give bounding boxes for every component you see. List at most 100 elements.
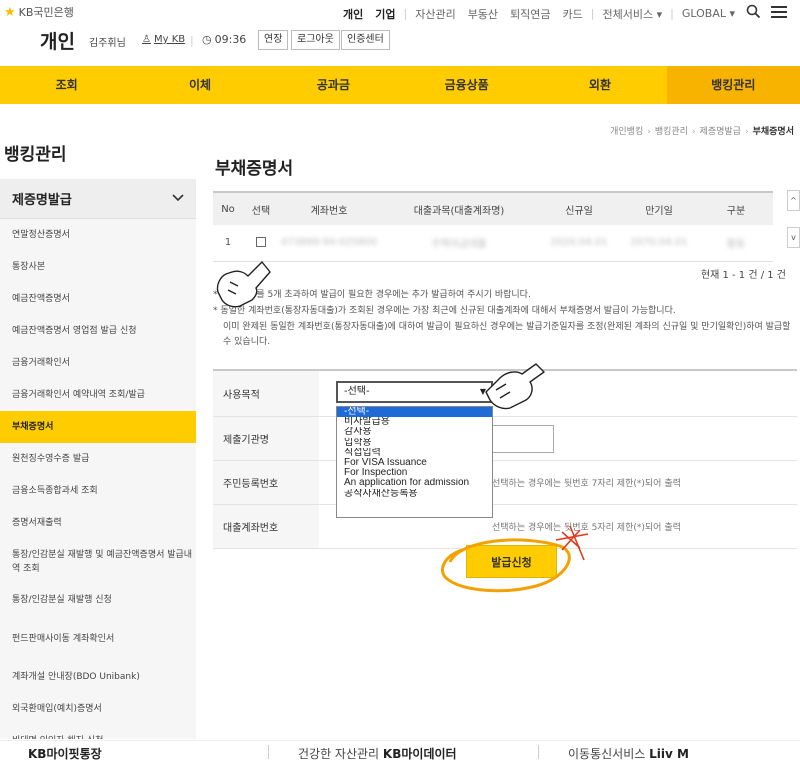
main-nav-banking-mgmt[interactable]: 뱅킹관리: [666, 66, 800, 104]
top-nav-realestate[interactable]: 부동산: [462, 6, 504, 22]
sidebar-item[interactable]: 연말정산증명서: [0, 219, 196, 251]
submit-to-input[interactable]: [492, 425, 554, 453]
dropdown-option[interactable]: 감사용: [337, 427, 492, 437]
dropdown-option[interactable]: 입학용: [337, 438, 492, 448]
main-nav-transfer[interactable]: 이체: [133, 66, 266, 104]
divider: [268, 745, 269, 759]
promo-mydata[interactable]: 건강한 자산관리 KB마이데이터: [298, 745, 457, 762]
chevron-down-icon: [172, 191, 184, 206]
sidebar-item[interactable]: 펀드판매사이동 계좌확인서: [0, 616, 196, 661]
sidebar-item[interactable]: 통장/인감분실 재발행 및 예금잔액증명서 발급내역 조회: [0, 539, 196, 584]
dropdown-option[interactable]: 공작자재산등록용: [337, 489, 492, 499]
sidebar-item[interactable]: 금융거래확인서 예약내역 조회/발급: [0, 379, 196, 411]
dropdown-option[interactable]: For VISA Issuance: [337, 458, 492, 468]
page-title: 부채증명서: [215, 159, 294, 179]
promo-liivm[interactable]: 이동통신서비스 Liiv M: [568, 745, 689, 762]
divider: |: [590, 7, 595, 20]
chevron-right-icon: ›: [647, 127, 651, 137]
submit-to-label: 제출기관명: [213, 417, 319, 460]
loan-label: 대출계좌번호: [213, 505, 319, 548]
row-checkbox[interactable]: [256, 237, 266, 248]
breadcrumb: 개인뱅킹 › 뱅킹관리 › 제증명발급 › 부채증명서: [610, 124, 794, 137]
extend-button[interactable]: 연장: [258, 30, 289, 50]
purpose-label: 사용목적: [213, 371, 319, 416]
notice-text: 이미 완제된 동일한 계좌번호(통장자동대출)에 대하여 발급이 필요하신 경우…: [223, 322, 791, 347]
notice-text: 대출 계좌를 5개 초과하여 발급이 필요한 경우에는 추가 발급하여 주시기 …: [220, 290, 531, 300]
scroll-up-button[interactable]: ^: [787, 190, 800, 211]
top-nav-business[interactable]: 기업: [369, 6, 401, 22]
column-header: 대출과목(대출계좌명): [379, 191, 539, 225]
top-nav-card[interactable]: 카드: [557, 6, 589, 22]
chevron-right-icon: ›: [691, 127, 696, 137]
cell-select: [243, 225, 279, 262]
my-kb-link[interactable]: ♙ My KB: [142, 34, 185, 45]
sidebar-item[interactable]: 통장사본: [0, 251, 196, 283]
kb-logo[interactable]: ★ KB국민은행: [4, 4, 74, 20]
promo-dim: 건강한 자산관리: [298, 747, 383, 761]
column-header: 계좌번호: [279, 191, 379, 225]
top-nav-global[interactable]: GLOBAL ▾: [676, 7, 741, 20]
dropdown-option[interactable]: For Inspection: [337, 468, 492, 478]
sidebar-section-header[interactable]: 제증명발급: [0, 179, 196, 219]
menu-icon[interactable]: [766, 5, 792, 23]
dropdown-option[interactable]: 직접입력: [337, 448, 492, 458]
search-icon[interactable]: [741, 4, 766, 23]
sidebar-item-debt-certificate[interactable]: 부채증명서: [0, 411, 196, 443]
sidebar-item[interactable]: 비대면 인인자 해지 신청: [0, 725, 196, 739]
dropdown-option[interactable]: -선택-: [337, 407, 492, 418]
main-nav-forex[interactable]: 외환: [533, 66, 666, 104]
resident-help-text: 선택하는 경우에는 뒷번호 7자리 제한(*)되어 출력: [492, 479, 681, 489]
column-header: 신규일: [539, 191, 619, 225]
dropdown-option[interactable]: An application for admission: [337, 478, 492, 488]
top-nav-pension[interactable]: 퇴직연금: [504, 6, 556, 22]
sidebar-item[interactable]: 증명서재출력: [0, 507, 196, 539]
issue-form: 사용목적 -선택- ▼ 제출기관명 주민등록번호 선택하는 경우에는 뒷번호 7…: [213, 369, 797, 549]
purpose-dropdown-list: -선택- 비자발급용 감사용 입학용 직접입력 For VISA Issuanc…: [336, 406, 493, 518]
top-nav-personal[interactable]: 개인: [337, 6, 369, 22]
sidebar-item[interactable]: 원천징수영수증 발급: [0, 443, 196, 475]
main-nav-products[interactable]: 금융상품: [400, 66, 533, 104]
logout-button[interactable]: 로그아웃: [291, 30, 340, 50]
divider: |: [403, 7, 408, 20]
cell-maturity-date: 2070.04.01: [619, 225, 699, 262]
notice-item: 이미 완제된 동일한 계좌번호(통장자동대출)에 대하여 발급이 필요하신 경우…: [213, 320, 795, 350]
top-nav: 개인 기업 | 자산관리 부동산 퇴직연금 카드 | 전체서비스 ▾ | GLO…: [337, 4, 792, 23]
sidebar-item[interactable]: 예금잔액증명서 영업점 발급 신청: [0, 315, 196, 347]
purpose-select[interactable]: -선택- ▼: [336, 381, 493, 403]
divider: [538, 745, 539, 759]
page-label: 개인: [40, 31, 75, 53]
top-nav-asset[interactable]: 자산관리: [409, 6, 461, 22]
top-nav-all-services[interactable]: 전체서비스 ▾: [597, 6, 669, 22]
table-row: 1 473899-94-025800 주택자금대출 2020.04.01 207…: [213, 225, 773, 262]
form-row-submit-to: 제출기관명: [213, 417, 797, 461]
promo-strong: Liiv M: [649, 747, 689, 761]
notice-text: 동일한 계좌번호(통장자동대출)가 조회된 경우에는 가장 최근에 신규된 대출…: [220, 306, 676, 316]
scroll-down-button[interactable]: v: [787, 227, 800, 248]
result-count: 현재 1 - 1 건 / 1 건: [700, 270, 786, 281]
promo-mypit[interactable]: KB마이핏통장: [28, 745, 102, 762]
issue-button[interactable]: 발급신청: [466, 545, 557, 578]
table-header-row: No 선택 계좌번호 대출과목(대출계좌명) 신규일 만기일 구분: [213, 191, 773, 225]
user-name: 김주휘님: [89, 38, 126, 49]
notice-item: * 대출 계좌를 5개 초과하여 발급이 필요한 경우에는 추가 발급하여 주시…: [213, 290, 531, 300]
sidebar-item[interactable]: 통장/인감분실 재발행 신청: [0, 584, 196, 616]
sidebar-item[interactable]: 예금잔액증명서: [0, 283, 196, 315]
notice-item: * 동일한 계좌번호(통장자동대출)가 조회된 경우에는 가장 최근에 신규된 …: [213, 306, 676, 316]
main-nav: 조회 이체 공과금 금융상품 외환 뱅킹관리: [0, 66, 800, 104]
sidebar-item[interactable]: 금융거래확인서: [0, 347, 196, 379]
main-nav-utility[interactable]: 공과금: [267, 66, 400, 104]
breadcrumb-item[interactable]: 뱅킹관리: [655, 127, 688, 137]
cert-center-button[interactable]: 인증센터: [341, 30, 390, 50]
divider: |: [670, 7, 674, 20]
sidebar-item[interactable]: 금융소득종합과세 조회: [0, 475, 196, 507]
breadcrumb-item[interactable]: 개인뱅킹: [610, 127, 643, 137]
dropdown-option[interactable]: 비자발급용: [337, 417, 492, 427]
sidebar-item[interactable]: 계좌개설 안내장(BDO Unibank): [0, 661, 196, 693]
main-nav-inquiry[interactable]: 조회: [0, 66, 133, 104]
cell-loan-type: 주택자금대출: [379, 225, 539, 262]
logo-text: KB국민은행: [18, 6, 74, 19]
promo-strong: KB마이핏통장: [28, 747, 102, 761]
breadcrumb-item[interactable]: 제증명발급: [700, 127, 741, 137]
sidebar-item[interactable]: 외국환매입(예치)증명서: [0, 693, 196, 725]
resident-label: 주민등록번호: [213, 461, 319, 504]
